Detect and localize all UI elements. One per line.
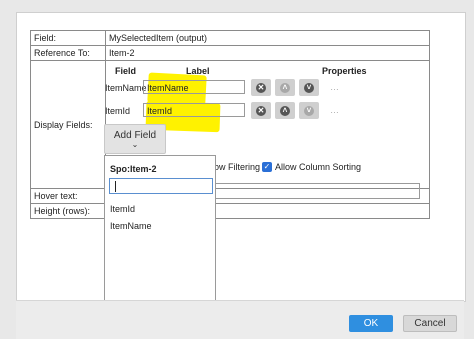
move-up-button[interactable]: ˄ xyxy=(275,102,295,119)
remove-button[interactable]: ✕ xyxy=(251,102,271,119)
arrow-up-icon: ˄ xyxy=(280,82,290,93)
allow-column-sorting-checkbox[interactable]: ✓ xyxy=(262,162,272,172)
more-options-icon[interactable]: … xyxy=(330,82,339,92)
column-header-properties: Properties xyxy=(322,66,367,76)
cancel-button[interactable]: Cancel xyxy=(403,315,457,332)
ok-button[interactable]: OK xyxy=(349,315,393,332)
row-label-input[interactable]: ItemName xyxy=(143,80,245,94)
hover-text-label: Hover text: xyxy=(30,188,106,204)
field-label: Field: xyxy=(30,30,106,46)
height-label: Height (rows): xyxy=(30,203,106,219)
hover-text-input[interactable] xyxy=(214,183,420,199)
dropdown-option-itemid[interactable]: ItemId xyxy=(110,204,220,214)
arrow-down-icon: ˅ xyxy=(304,82,314,93)
more-options-icon[interactable]: … xyxy=(330,105,339,115)
column-header-field: Field xyxy=(115,66,137,76)
allow-column-sorting-label: Allow Column Sorting xyxy=(275,162,362,172)
dropdown-search-input[interactable] xyxy=(109,178,213,194)
chevron-down-icon: ⌄ xyxy=(131,140,139,149)
arrow-up-icon: ˄ xyxy=(280,105,290,116)
remove-button[interactable]: ✕ xyxy=(251,79,271,96)
reference-label: Reference To: xyxy=(30,45,106,61)
column-header-label: Label xyxy=(186,66,210,76)
move-up-button[interactable]: ˄ xyxy=(275,79,295,96)
move-down-button[interactable]: ˅ xyxy=(299,79,319,96)
reference-value: Item-2 xyxy=(105,45,430,61)
show-filtering-label: ow Filtering xyxy=(214,162,261,172)
dropdown-option-itemname[interactable]: ItemName xyxy=(110,221,220,231)
remove-icon: ✕ xyxy=(256,82,266,93)
field-dropdown: Spo:Item-2 ItemId ItemName xyxy=(104,155,216,320)
dropdown-header: Spo:Item-2 xyxy=(110,164,157,174)
add-field-button[interactable]: Add Field ⌄ xyxy=(104,124,166,154)
move-down-button[interactable]: ˅ xyxy=(299,102,319,119)
remove-icon: ✕ xyxy=(256,105,266,116)
row-field-name: ItemId xyxy=(105,106,131,116)
arrow-down-icon: ˅ xyxy=(304,105,314,116)
row-label-input[interactable]: ItemId xyxy=(143,103,245,117)
text-cursor xyxy=(115,181,116,192)
field-value: MySelectedItem (output) xyxy=(105,30,430,46)
dialog-footer xyxy=(16,300,464,339)
row-field-name: ItemName xyxy=(105,83,147,93)
display-fields-label: Display Fields: xyxy=(30,60,106,189)
